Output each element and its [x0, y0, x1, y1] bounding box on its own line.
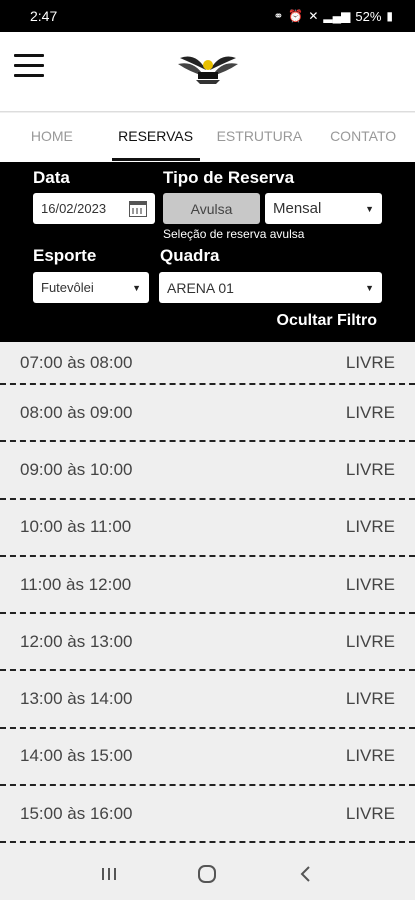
slot-status: LIVRE — [345, 631, 395, 651]
back-icon[interactable] — [291, 859, 321, 889]
slot-row[interactable]: 09:00 às 10:00 LIVRE — [0, 442, 415, 500]
date-value: 16/02/2023 — [41, 201, 107, 216]
quadra-value: ARENA 01 — [167, 279, 234, 296]
quadra-label: Quadra — [160, 246, 220, 265]
dropdown-arrow-icon: ▼ — [132, 282, 141, 293]
slot-list: 07:00 às 08:00 LIVRE 08:00 às 09:00 LIVRE … — [0, 342, 415, 844]
esporte-value: Futevôlei — [41, 280, 94, 295]
slot-time: 09:00 às 10:00 — [20, 459, 133, 479]
mensal-value: Mensal — [273, 200, 322, 217]
menu-icon[interactable] — [14, 54, 44, 78]
tipo-reserva-label: Tipo de Reserva — [163, 168, 295, 187]
home-icon[interactable] — [192, 859, 222, 889]
link-icon: ⚭ — [273, 9, 284, 23]
filter-panel: Data Tipo de Reserva 16/02/2023 Avulsa M… — [0, 162, 415, 342]
battery-icon: ▮ — [386, 9, 393, 23]
slot-row[interactable]: 15:00 às 16:00 LIVRE — [0, 786, 415, 844]
status-time: 2:47 — [30, 8, 58, 24]
slot-status: LIVRE — [345, 574, 395, 594]
dropdown-arrow-icon: ▼ — [365, 203, 374, 214]
alarm-icon: ⏰ — [288, 9, 304, 23]
slot-row[interactable]: 12:00 às 13:00 LIVRE — [0, 614, 415, 672]
slot-status: LIVRE — [345, 402, 395, 422]
slot-row[interactable]: 13:00 às 14:00 LIVRE — [0, 671, 415, 729]
slot-row[interactable]: 11:00 às 12:00 LIVRE — [0, 557, 415, 615]
tab-bar: HOME RESERVAS ESTRUTURA CONTATO — [0, 113, 415, 163]
esporte-label: Esporte — [33, 246, 97, 265]
slot-time: 12:00 às 13:00 — [20, 631, 133, 651]
tab-contato[interactable]: CONTATO — [311, 113, 415, 163]
date-label: Data — [33, 168, 70, 187]
date-field[interactable]: 16/02/2023 — [33, 193, 155, 224]
slot-row[interactable]: 08:00 às 09:00 LIVRE — [0, 385, 415, 443]
avulsa-button[interactable]: Avulsa — [163, 193, 260, 224]
slot-time: 13:00 às 14:00 — [20, 689, 133, 709]
signal-icon: ▂▄▆ — [323, 9, 351, 23]
slot-row[interactable]: 10:00 às 11:00 LIVRE — [0, 500, 415, 557]
quadra-select[interactable]: ARENA 01 ▼ — [159, 272, 382, 303]
slot-time: 08:00 às 09:00 — [20, 402, 133, 422]
system-nav-bar — [0, 848, 415, 900]
mensal-select[interactable]: Mensal ▼ — [265, 193, 382, 224]
tab-home[interactable]: HOME — [0, 113, 104, 163]
slot-status: LIVRE — [345, 352, 395, 372]
slot-time: 14:00 às 15:00 — [20, 746, 133, 766]
tab-estrutura[interactable]: ESTRUTURA — [208, 113, 312, 163]
slot-status: LIVRE — [345, 689, 395, 709]
slot-time: 11:00 às 12:00 — [20, 574, 132, 594]
dropdown-arrow-icon: ▼ — [365, 282, 374, 293]
slot-time: 15:00 às 16:00 — [20, 803, 133, 823]
mute-icon: ✕ — [308, 9, 319, 23]
status-bar: 2:47 ⚭ ⏰ ✕ ▂▄▆ 52% ▮ — [0, 0, 415, 32]
battery-level: 52% — [355, 8, 382, 24]
brand-logo — [178, 56, 238, 84]
status-icons: ⚭ ⏰ ✕ ▂▄▆ 52% ▮ — [273, 9, 393, 24]
slot-time: 10:00 às 11:00 — [20, 517, 132, 537]
reserva-hint: Seleção de reserva avulsa — [163, 227, 305, 241]
calendar-icon — [129, 200, 147, 217]
slot-status: LIVRE — [345, 746, 395, 766]
recent-apps-icon[interactable] — [94, 859, 124, 889]
hide-filter-button[interactable]: Ocultar Filtro — [277, 312, 377, 330]
slot-status: LIVRE — [345, 459, 395, 479]
slot-row[interactable]: 07:00 às 08:00 LIVRE — [0, 342, 415, 385]
slot-row[interactable]: 14:00 às 15:00 LIVRE — [0, 729, 415, 787]
app-bar — [0, 32, 415, 112]
tab-reservas[interactable]: RESERVAS — [104, 113, 208, 163]
esporte-select[interactable]: Futevôlei ▼ — [33, 272, 149, 303]
slot-time: 07:00 às 08:00 — [20, 352, 133, 372]
slot-status: LIVRE — [345, 517, 395, 537]
slot-status: LIVRE — [345, 803, 395, 823]
